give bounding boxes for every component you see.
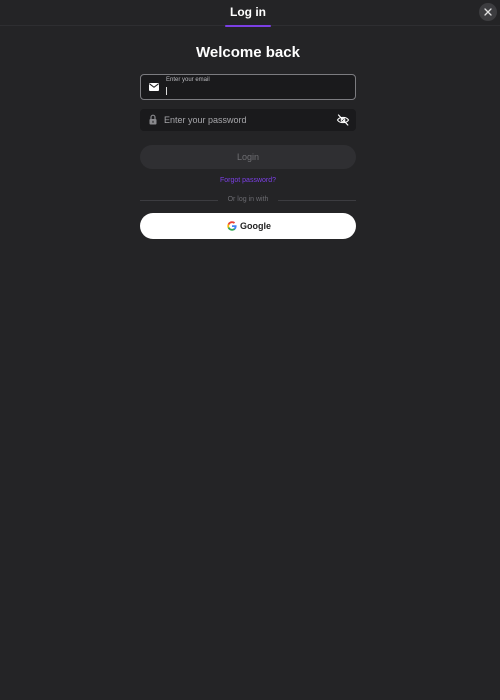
- eye-off-icon: [336, 114, 350, 126]
- google-login-button[interactable]: Google: [140, 213, 356, 239]
- text-caret: [166, 87, 167, 95]
- lock-icon: [149, 114, 157, 125]
- tab-login[interactable]: Log in: [225, 0, 271, 28]
- google-button-label: Google: [240, 221, 271, 231]
- toggle-password-visibility[interactable]: [336, 113, 350, 127]
- login-button[interactable]: Login: [140, 145, 356, 169]
- forgot-password-link[interactable]: Forgot password?: [140, 177, 356, 184]
- password-input[interactable]: [164, 113, 329, 127]
- page-title: Welcome back: [196, 44, 300, 61]
- login-modal: Log in Welcome back Enter your email Log…: [0, 0, 500, 700]
- google-icon: [227, 221, 237, 231]
- tab-active-indicator: [225, 25, 271, 27]
- header: Log in: [0, 0, 500, 28]
- close-icon: [484, 8, 492, 16]
- email-field[interactable]: Enter your email: [140, 74, 356, 100]
- divider-label: Or log in with: [227, 196, 269, 203]
- email-label: Enter your email: [166, 77, 210, 83]
- email-input[interactable]: [165, 85, 350, 97]
- mail-icon: [149, 83, 159, 91]
- close-button[interactable]: [479, 3, 497, 21]
- divider-left: [140, 200, 218, 201]
- password-field[interactable]: [140, 109, 356, 131]
- divider-right: [278, 200, 356, 201]
